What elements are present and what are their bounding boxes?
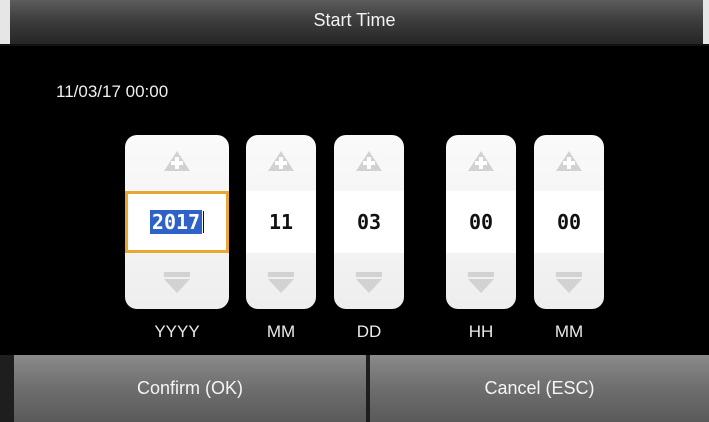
down-triangle-icon (356, 272, 382, 293)
plus-up-arrow-icon (356, 151, 382, 171)
year-value: 2017 (149, 210, 203, 234)
day-decrement-button[interactable] (334, 255, 404, 309)
month-increment-button[interactable] (246, 135, 316, 189)
month-value: 11 (268, 210, 294, 234)
plus-up-arrow-icon (268, 151, 294, 171)
day-spinner[interactable]: 03 (334, 135, 404, 309)
month-decrement-button[interactable] (246, 255, 316, 309)
down-triangle-icon (268, 272, 294, 293)
plus-up-arrow-icon (164, 151, 190, 171)
button-bar: Confirm (OK) Cancel (ESC) (0, 355, 709, 422)
plus-up-arrow-icon (556, 151, 582, 171)
minute-value-field[interactable]: 00 (534, 191, 604, 253)
minute-label: MM (554, 322, 584, 341)
month-spinner[interactable]: 11 (246, 135, 316, 309)
day-label: DD (356, 322, 382, 341)
hour-label: HH (468, 322, 494, 341)
title-bar: Start Time (0, 0, 709, 46)
plus-up-arrow-icon (468, 151, 494, 171)
hour-increment-button[interactable] (446, 135, 516, 189)
minute-increment-button[interactable] (534, 135, 604, 189)
down-triangle-icon (468, 272, 494, 293)
year-increment-button[interactable] (125, 135, 229, 189)
hour-value-field[interactable]: 00 (446, 191, 516, 253)
day-value: 03 (356, 210, 382, 234)
dialog-title: Start Time (313, 10, 396, 30)
minute-value: 00 (556, 210, 582, 234)
month-value-field[interactable]: 11 (246, 191, 316, 253)
minute-spinner[interactable]: 00 (534, 135, 604, 309)
year-decrement-button[interactable] (125, 255, 229, 309)
date-time-preview: 11/03/17 00:00 (56, 82, 169, 101)
year-spinner[interactable]: 2017 (125, 135, 229, 309)
start-time-dialog: Start Time 11/03/17 00:00 2017 11 03 00 … (0, 0, 709, 422)
minute-decrement-button[interactable] (534, 255, 604, 309)
cancel-button[interactable]: Cancel (ESC) (370, 355, 709, 422)
hour-spinner[interactable]: 00 (446, 135, 516, 309)
down-triangle-icon (556, 272, 582, 293)
confirm-button[interactable]: Confirm (OK) (14, 355, 366, 422)
hour-decrement-button[interactable] (446, 255, 516, 309)
month-label: MM (266, 322, 296, 341)
day-value-field[interactable]: 03 (334, 191, 404, 253)
year-value-field[interactable]: 2017 (125, 191, 229, 253)
day-increment-button[interactable] (334, 135, 404, 189)
text-caret (203, 211, 205, 233)
year-label: YYYY (154, 322, 200, 341)
hour-value: 00 (468, 210, 494, 234)
down-triangle-icon (164, 272, 190, 293)
